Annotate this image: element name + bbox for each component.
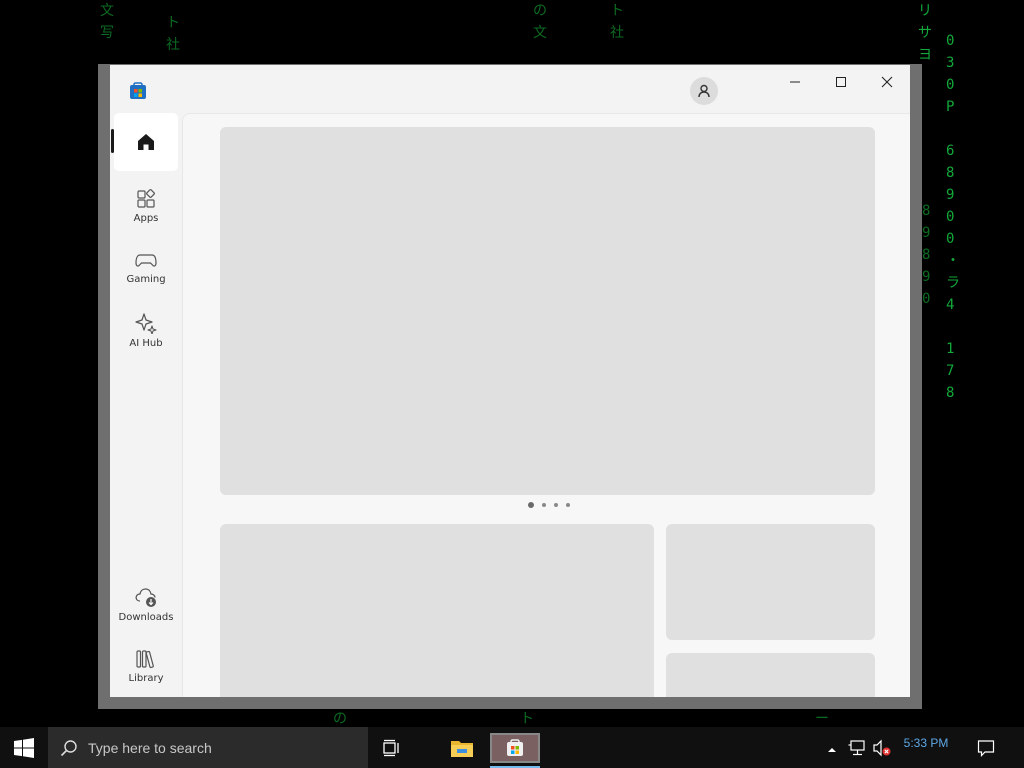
store-window: Apps Gaming AI Hub Downloads Library	[98, 64, 922, 709]
nav-item-ai-hub[interactable]: AI Hub	[114, 301, 178, 359]
featured-card-placeholder[interactable]	[220, 524, 654, 697]
matrix-column: ト 社	[166, 15, 180, 53]
featured-card-placeholder[interactable]	[666, 653, 875, 697]
content-area	[182, 113, 910, 697]
task-view-icon	[383, 739, 399, 756]
featured-card-placeholder[interactable]	[666, 524, 875, 640]
search-icon	[60, 739, 77, 756]
nav-item-label: Downloads	[118, 611, 174, 623]
nav-item-label: Gaming	[126, 273, 166, 285]
action-center-button[interactable]	[966, 727, 1006, 768]
volume-muted-icon	[873, 739, 891, 757]
taskbar-search-box[interactable]: Type here to search	[48, 727, 368, 768]
carousel-dot[interactable]	[566, 503, 570, 507]
nav-item-label: AI Hub	[129, 337, 163, 349]
home-icon	[138, 134, 154, 150]
matrix-column: 8 9 8 9 0	[922, 203, 931, 307]
matrix-column: 0 3 0 P 6 8 9 0 0 ・ ラ 4 1 7 8	[946, 33, 960, 401]
carousel-dot[interactable]	[554, 503, 558, 507]
hero-banner-placeholder[interactable]	[220, 127, 875, 495]
maximize-button[interactable]	[818, 65, 864, 99]
chevron-up-icon	[828, 748, 836, 752]
carousel-dot[interactable]	[528, 502, 534, 508]
matrix-column: ト 社	[610, 3, 624, 41]
nav-item-label: Library	[128, 672, 164, 684]
window-client-area: Apps Gaming AI Hub Downloads Library	[110, 65, 910, 697]
nav-item-downloads[interactable]: Downloads	[114, 575, 178, 633]
nav-item-library[interactable]: Library	[114, 637, 178, 695]
matrix-column: リ サ ヨ	[918, 3, 932, 63]
nav-item-label: Apps	[133, 212, 159, 224]
nav-item-gaming[interactable]: Gaming	[114, 239, 178, 297]
network-icon	[848, 740, 865, 756]
gamepad-icon	[135, 253, 157, 267]
notifications-icon	[977, 739, 995, 757]
volume-button[interactable]	[872, 739, 892, 757]
folder-icon	[451, 740, 473, 757]
matrix-column: ト	[520, 711, 534, 727]
sparkle-icon	[135, 312, 157, 334]
matrix-column: 文 写	[100, 3, 114, 41]
search-placeholder: Type here to search	[88, 739, 212, 756]
cloud-download-icon	[135, 587, 156, 607]
store-icon	[507, 738, 523, 756]
close-icon	[881, 76, 893, 88]
matrix-column: ー	[815, 711, 829, 727]
nav-item-home[interactable]	[114, 113, 178, 171]
taskbar-clock[interactable]: 5:33 PM	[900, 736, 952, 750]
start-button[interactable]	[0, 727, 48, 768]
carousel-dot[interactable]	[542, 503, 546, 507]
close-button[interactable]	[864, 65, 910, 99]
profile-button[interactable]	[690, 77, 718, 105]
show-hidden-icons-button[interactable]	[826, 741, 838, 753]
carousel-pager[interactable]	[526, 502, 576, 510]
minimize-button[interactable]	[772, 65, 818, 99]
matrix-column: の	[333, 711, 347, 727]
windows-logo-icon	[14, 737, 34, 758]
store-window-thumbnail	[490, 732, 540, 763]
file-explorer-button[interactable]	[440, 727, 484, 768]
navigation-rail: Apps Gaming AI Hub Downloads Library	[110, 113, 182, 697]
task-view-button[interactable]	[370, 727, 414, 768]
matrix-column: の 文	[533, 3, 547, 41]
minimize-icon	[790, 81, 800, 83]
person-icon	[698, 84, 710, 98]
store-logo-icon	[129, 82, 147, 100]
store-taskbar-button[interactable]	[488, 727, 542, 768]
nav-item-apps[interactable]: Apps	[114, 177, 178, 235]
apps-icon	[137, 188, 155, 208]
library-icon	[136, 649, 154, 668]
title-bar[interactable]	[110, 65, 910, 113]
maximize-icon	[836, 77, 846, 87]
taskbar: Type here to search 5:33 PM	[0, 727, 1024, 768]
network-button[interactable]	[848, 739, 866, 757]
